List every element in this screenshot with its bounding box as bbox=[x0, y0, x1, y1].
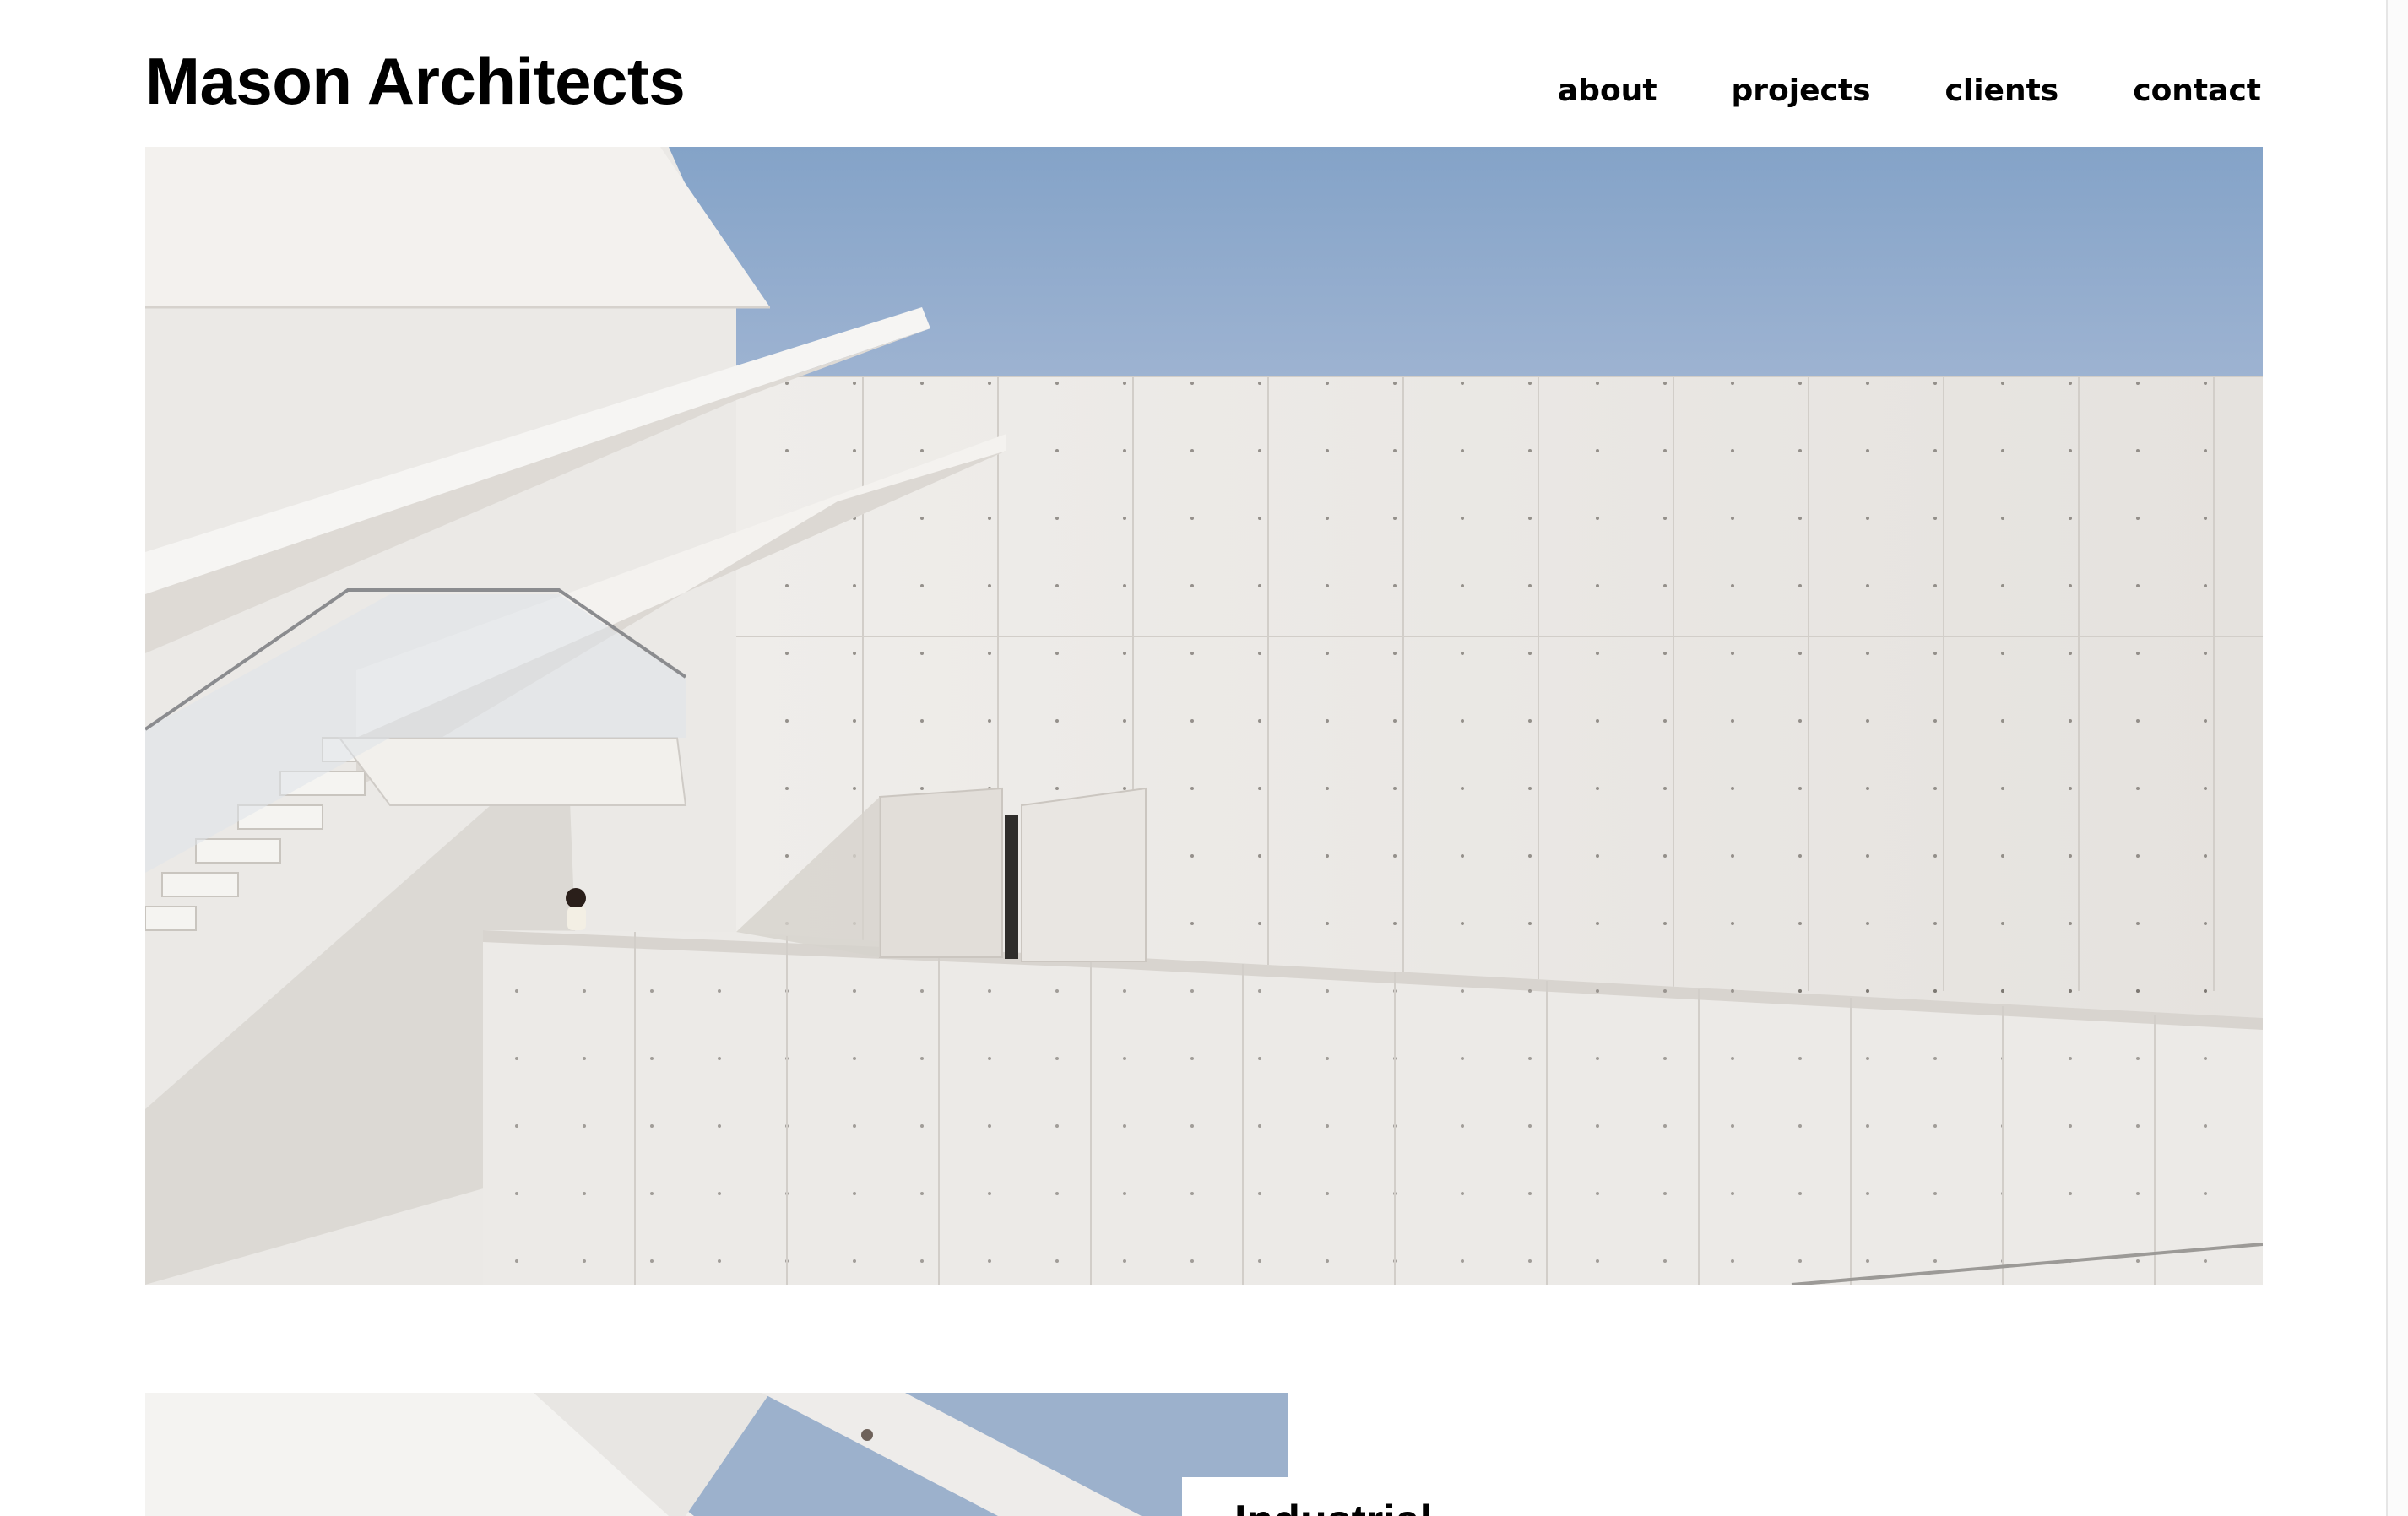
thumbnail-photo-illustration bbox=[145, 1393, 1288, 1516]
main-nav: about projects clients contact bbox=[1558, 68, 2261, 115]
project-title[interactable]: Industrial bbox=[1234, 1496, 1432, 1516]
nav-contact-link[interactable]: contact bbox=[2133, 68, 2261, 115]
nav-about-link[interactable]: about bbox=[1558, 68, 1657, 115]
site-title[interactable]: Mason Architects bbox=[145, 37, 686, 125]
page-scrollbar[interactable] bbox=[2386, 0, 2408, 1516]
project-thumbnail[interactable] bbox=[145, 1393, 1288, 1516]
hero-photo-illustration bbox=[145, 147, 2263, 1285]
nav-clients-link[interactable]: clients bbox=[1945, 68, 2059, 115]
project-card[interactable]: Industrial bbox=[1182, 1477, 1706, 1516]
hero-image bbox=[145, 147, 2263, 1285]
nav-projects-link[interactable]: projects bbox=[1732, 68, 1871, 115]
